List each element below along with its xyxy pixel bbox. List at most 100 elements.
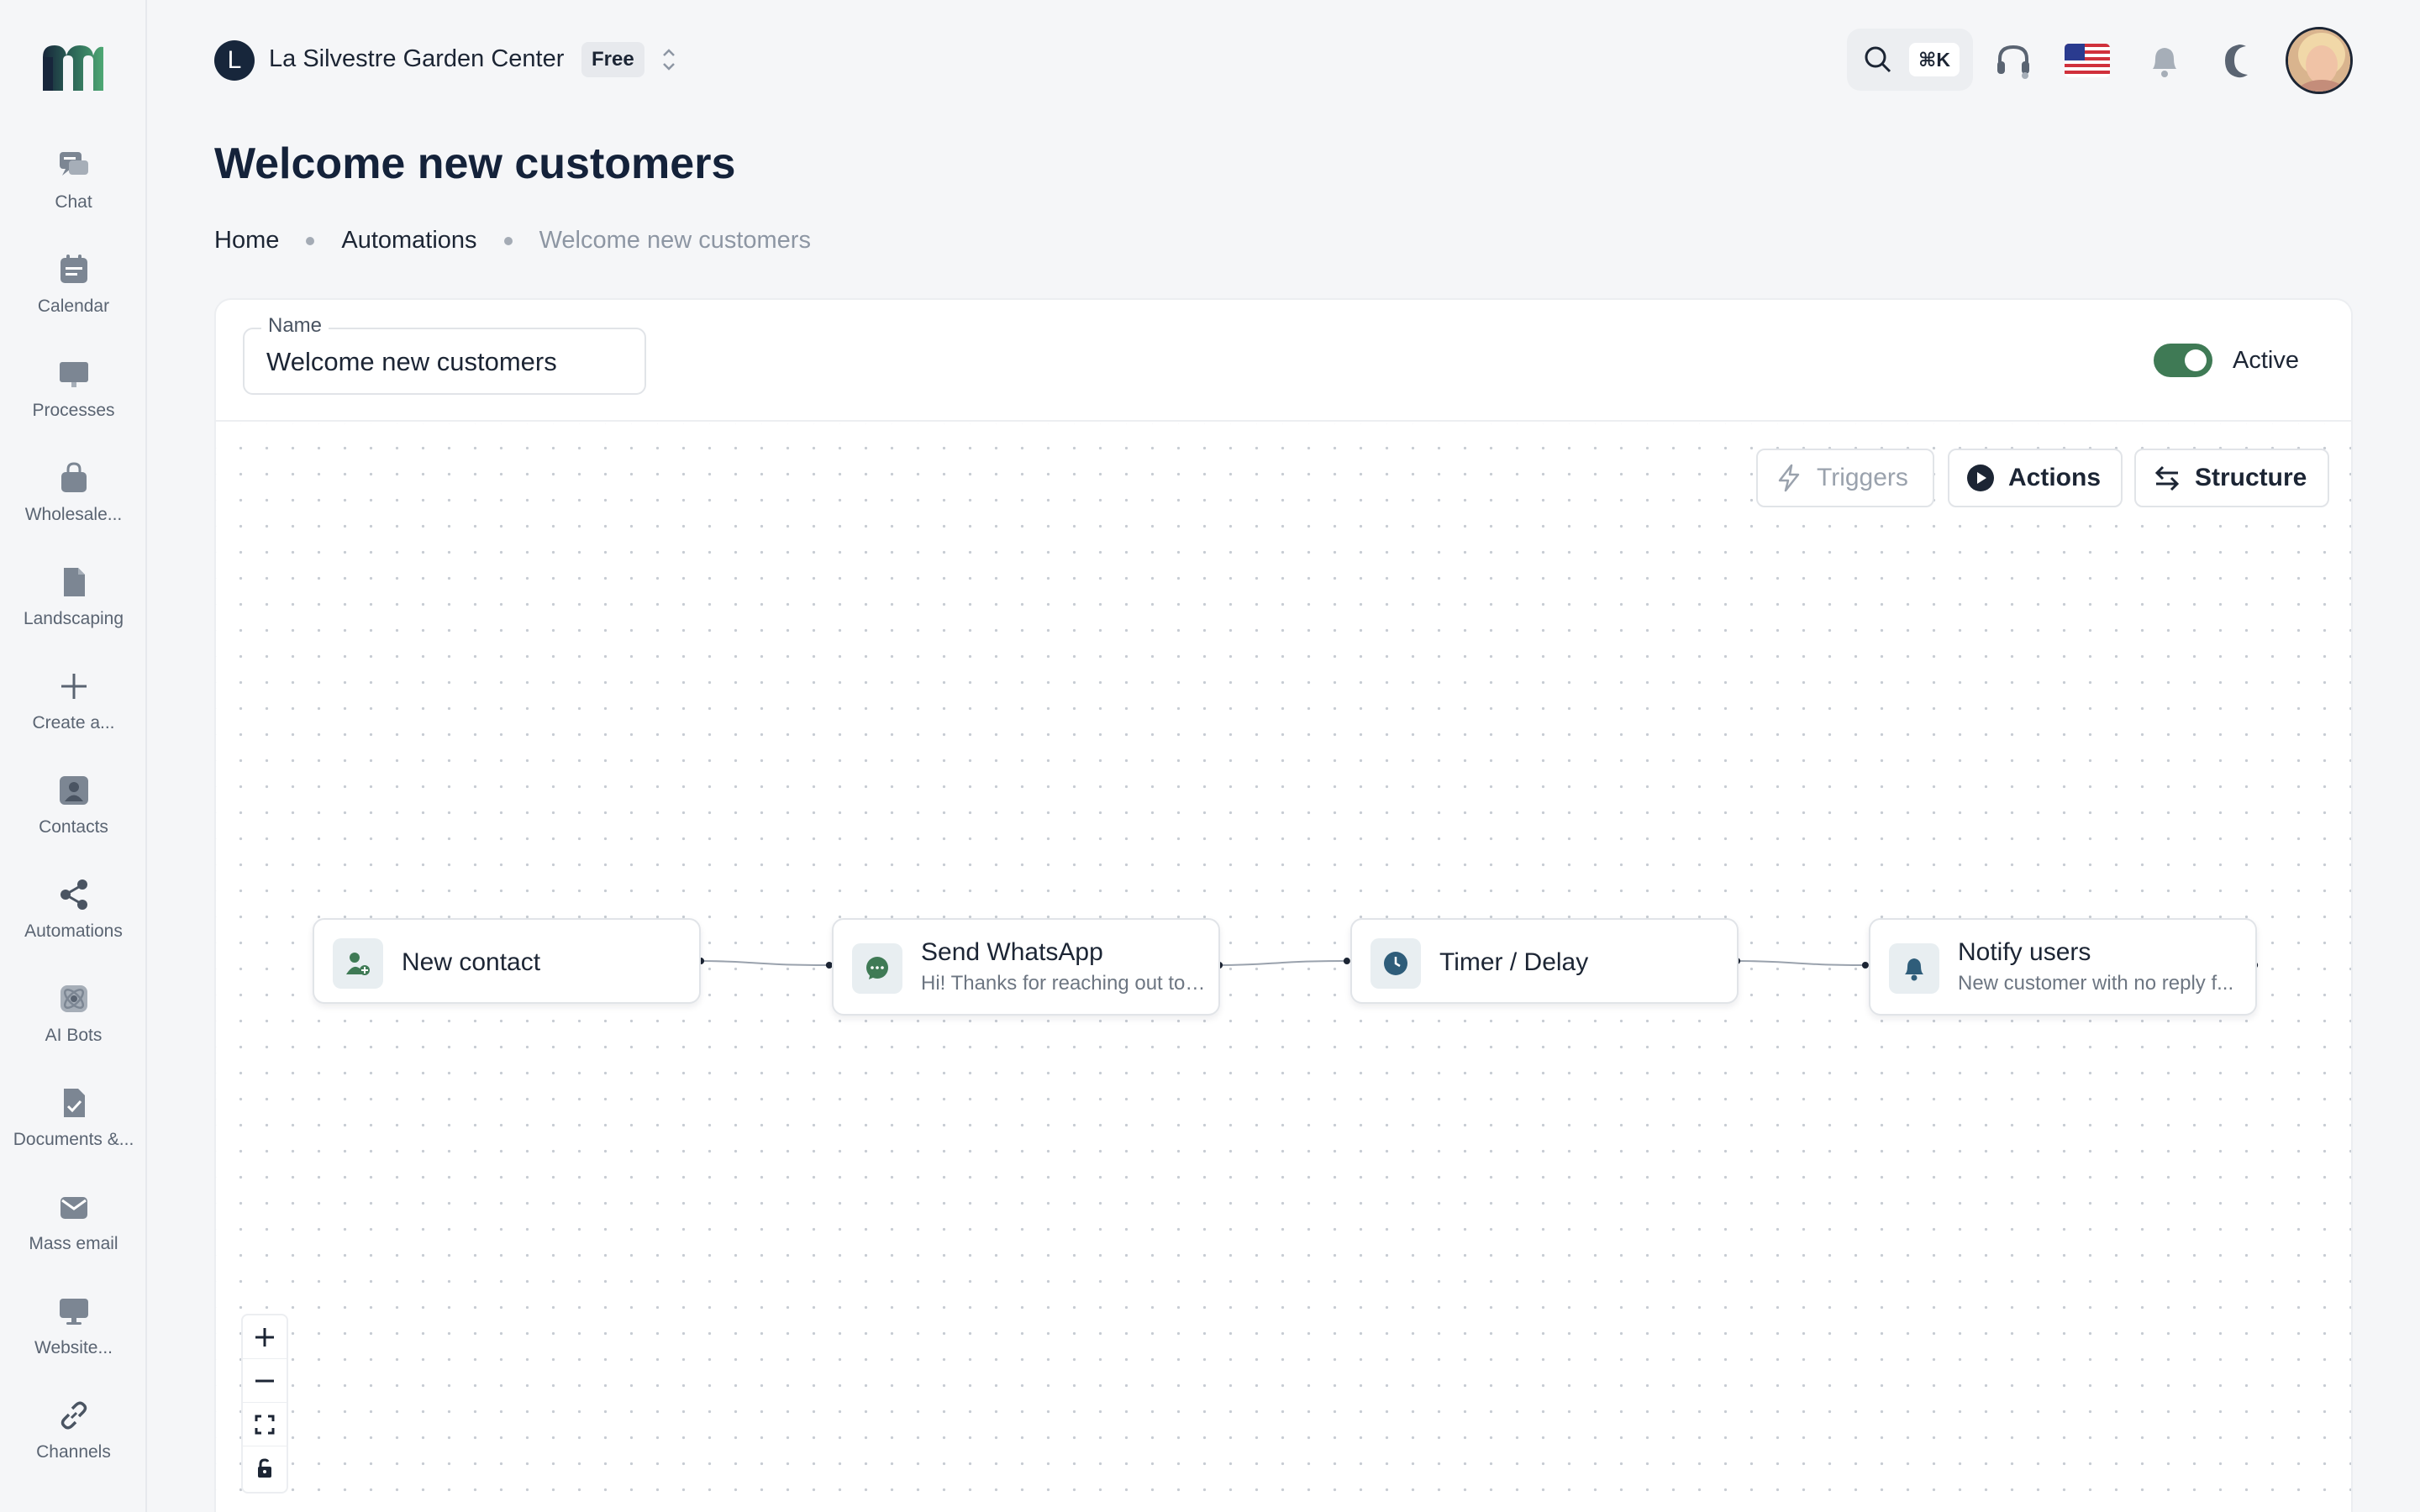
contact-plus-icon bbox=[333, 938, 383, 989]
sidebar-item-label: Chat bbox=[55, 192, 92, 212]
sidebar-item-documents[interactable]: Documents &... bbox=[0, 1084, 147, 1177]
node-subtitle: Hi! Thanks for reaching out to ... bbox=[921, 972, 1207, 995]
node-title: Timer / Delay bbox=[1439, 948, 1589, 976]
breadcrumb: Home Automations Welcome new customers bbox=[214, 227, 811, 255]
triggers-button[interactable]: Triggers bbox=[1756, 449, 1934, 507]
active-toggle[interactable] bbox=[2154, 344, 2212, 377]
sidebar-item-label: Automations bbox=[24, 921, 123, 941]
bell-icon bbox=[2153, 48, 2176, 77]
mail-icon bbox=[55, 1189, 92, 1226]
headset-icon bbox=[1997, 45, 2029, 79]
sidebar-item-label: Wholesale... bbox=[24, 505, 123, 524]
search-icon bbox=[1865, 46, 1891, 73]
breadcrumb-automations[interactable]: Automations bbox=[341, 227, 476, 255]
connector-2-3 bbox=[1218, 960, 1348, 967]
link-icon bbox=[55, 1397, 92, 1434]
connector-handle bbox=[1343, 958, 1350, 965]
fit-view-button[interactable] bbox=[243, 1403, 287, 1446]
flow-node-send-whatsapp[interactable]: Send WhatsApp Hi! Thanks for reaching ou… bbox=[832, 918, 1220, 1016]
sidebar-item-ai-bots[interactable]: AI Bots bbox=[0, 980, 147, 1073]
sidebar-item-label: Calendar bbox=[37, 297, 110, 316]
org-avatar[interactable]: L bbox=[214, 40, 255, 81]
node-title: Notify users bbox=[1958, 938, 2091, 966]
sidebar-item-contacts[interactable]: Contacts bbox=[0, 772, 147, 864]
flow-node-new-contact[interactable]: New contact bbox=[313, 918, 701, 1004]
shortcut-badge: ⌘K bbox=[1909, 43, 1960, 76]
us-flag-icon bbox=[2065, 44, 2110, 77]
chat-icon bbox=[55, 147, 92, 184]
atom-icon bbox=[55, 980, 92, 1017]
flow-node-notify-users[interactable]: Notify users New customer with no reply … bbox=[1869, 918, 2257, 1016]
canvas-controls bbox=[241, 1314, 288, 1494]
language-button[interactable] bbox=[2064, 37, 2111, 84]
contact-icon bbox=[55, 772, 92, 809]
sidebar-item-processes[interactable]: Processes bbox=[0, 355, 147, 448]
actions-button[interactable]: Actions bbox=[1948, 449, 2123, 507]
sidebar-item-mass-email[interactable]: Mass email bbox=[0, 1189, 147, 1281]
sidebar-item-automations[interactable]: Automations bbox=[0, 876, 147, 969]
plan-badge: Free bbox=[581, 42, 644, 77]
plus-icon bbox=[55, 668, 92, 705]
breadcrumb-separator bbox=[306, 236, 315, 245]
sidebar-item-label: Channels bbox=[36, 1442, 111, 1462]
monitor-icon bbox=[55, 1293, 92, 1330]
zoom-in-button[interactable] bbox=[243, 1315, 287, 1359]
node-title: New contact bbox=[402, 948, 541, 976]
page-title: Welcome new customers bbox=[214, 139, 736, 188]
sidebar: Chat Calendar Processes Wholesale... Lan… bbox=[0, 0, 147, 1512]
sidebar-item-chat[interactable]: Chat bbox=[0, 147, 147, 239]
name-field[interactable]: Name bbox=[243, 314, 646, 395]
clock-icon bbox=[1370, 938, 1421, 989]
sidebar-item-website[interactable]: Website... bbox=[0, 1293, 147, 1385]
flow-canvas[interactable]: Triggers Actions Structure New contact S… bbox=[216, 423, 2351, 1512]
sidebar-item-create[interactable]: Create a... bbox=[0, 668, 147, 760]
node-title: Send WhatsApp bbox=[921, 938, 1103, 966]
chevron-up-down-icon[interactable] bbox=[660, 45, 678, 74]
dark-mode-toggle[interactable] bbox=[2217, 37, 2264, 84]
lock-icon bbox=[258, 1458, 271, 1478]
breadcrumb-current: Welcome new customers bbox=[539, 227, 811, 254]
sidebar-item-wholesale[interactable]: Wholesale... bbox=[0, 459, 147, 552]
sidebar-item-channels[interactable]: Channels bbox=[0, 1397, 147, 1489]
zoom-out-button[interactable] bbox=[243, 1359, 287, 1403]
name-field-label: Name bbox=[261, 314, 329, 338]
whatsapp-icon bbox=[852, 943, 902, 994]
shopping-bag-icon bbox=[55, 459, 92, 496]
connector-1-2 bbox=[700, 960, 830, 967]
user-avatar[interactable] bbox=[2286, 27, 2353, 94]
sidebar-item-label: Mass email bbox=[29, 1234, 118, 1253]
support-button[interactable] bbox=[1990, 37, 2037, 84]
minus-icon bbox=[255, 1379, 274, 1382]
sidebar-item-label: AI Bots bbox=[45, 1026, 103, 1045]
app-logo[interactable] bbox=[38, 42, 108, 92]
sidebar-item-label: Website... bbox=[34, 1338, 113, 1357]
board-icon bbox=[55, 355, 92, 392]
structure-label: Structure bbox=[2195, 464, 2307, 491]
fullscreen-icon bbox=[255, 1415, 275, 1434]
notifications-button[interactable] bbox=[2141, 37, 2188, 84]
calendar-icon bbox=[55, 251, 92, 288]
moon-icon bbox=[2225, 45, 2248, 78]
share-nodes-icon bbox=[55, 876, 92, 913]
search-button[interactable]: ⌘K bbox=[1847, 29, 1973, 91]
org-name[interactable]: La Silvestre Garden Center bbox=[269, 45, 564, 73]
flow-node-timer-delay[interactable]: Timer / Delay bbox=[1350, 918, 1739, 1004]
bell-icon bbox=[1889, 943, 1939, 994]
sidebar-item-landscaping[interactable]: Landscaping bbox=[0, 564, 147, 656]
active-label: Active bbox=[2233, 347, 2299, 374]
triggers-label: Triggers bbox=[1817, 464, 1908, 491]
breadcrumb-separator bbox=[503, 236, 513, 245]
file-icon bbox=[55, 564, 92, 601]
name-input[interactable] bbox=[266, 344, 628, 380]
lock-canvas-button[interactable] bbox=[243, 1446, 287, 1490]
automation-editor: Name Active Triggers Actions Structure bbox=[214, 298, 2353, 1512]
breadcrumb-home[interactable]: Home bbox=[214, 227, 279, 255]
actions-label: Actions bbox=[2008, 464, 2102, 491]
arrows-swap-icon bbox=[2153, 464, 2181, 492]
plus-icon bbox=[255, 1327, 274, 1347]
sidebar-item-label: Processes bbox=[32, 401, 115, 420]
toggle-knob bbox=[2185, 349, 2207, 371]
sidebar-item-calendar[interactable]: Calendar bbox=[0, 251, 147, 344]
structure-button[interactable]: Structure bbox=[2134, 449, 2329, 507]
sidebar-item-label: Landscaping bbox=[23, 609, 124, 628]
